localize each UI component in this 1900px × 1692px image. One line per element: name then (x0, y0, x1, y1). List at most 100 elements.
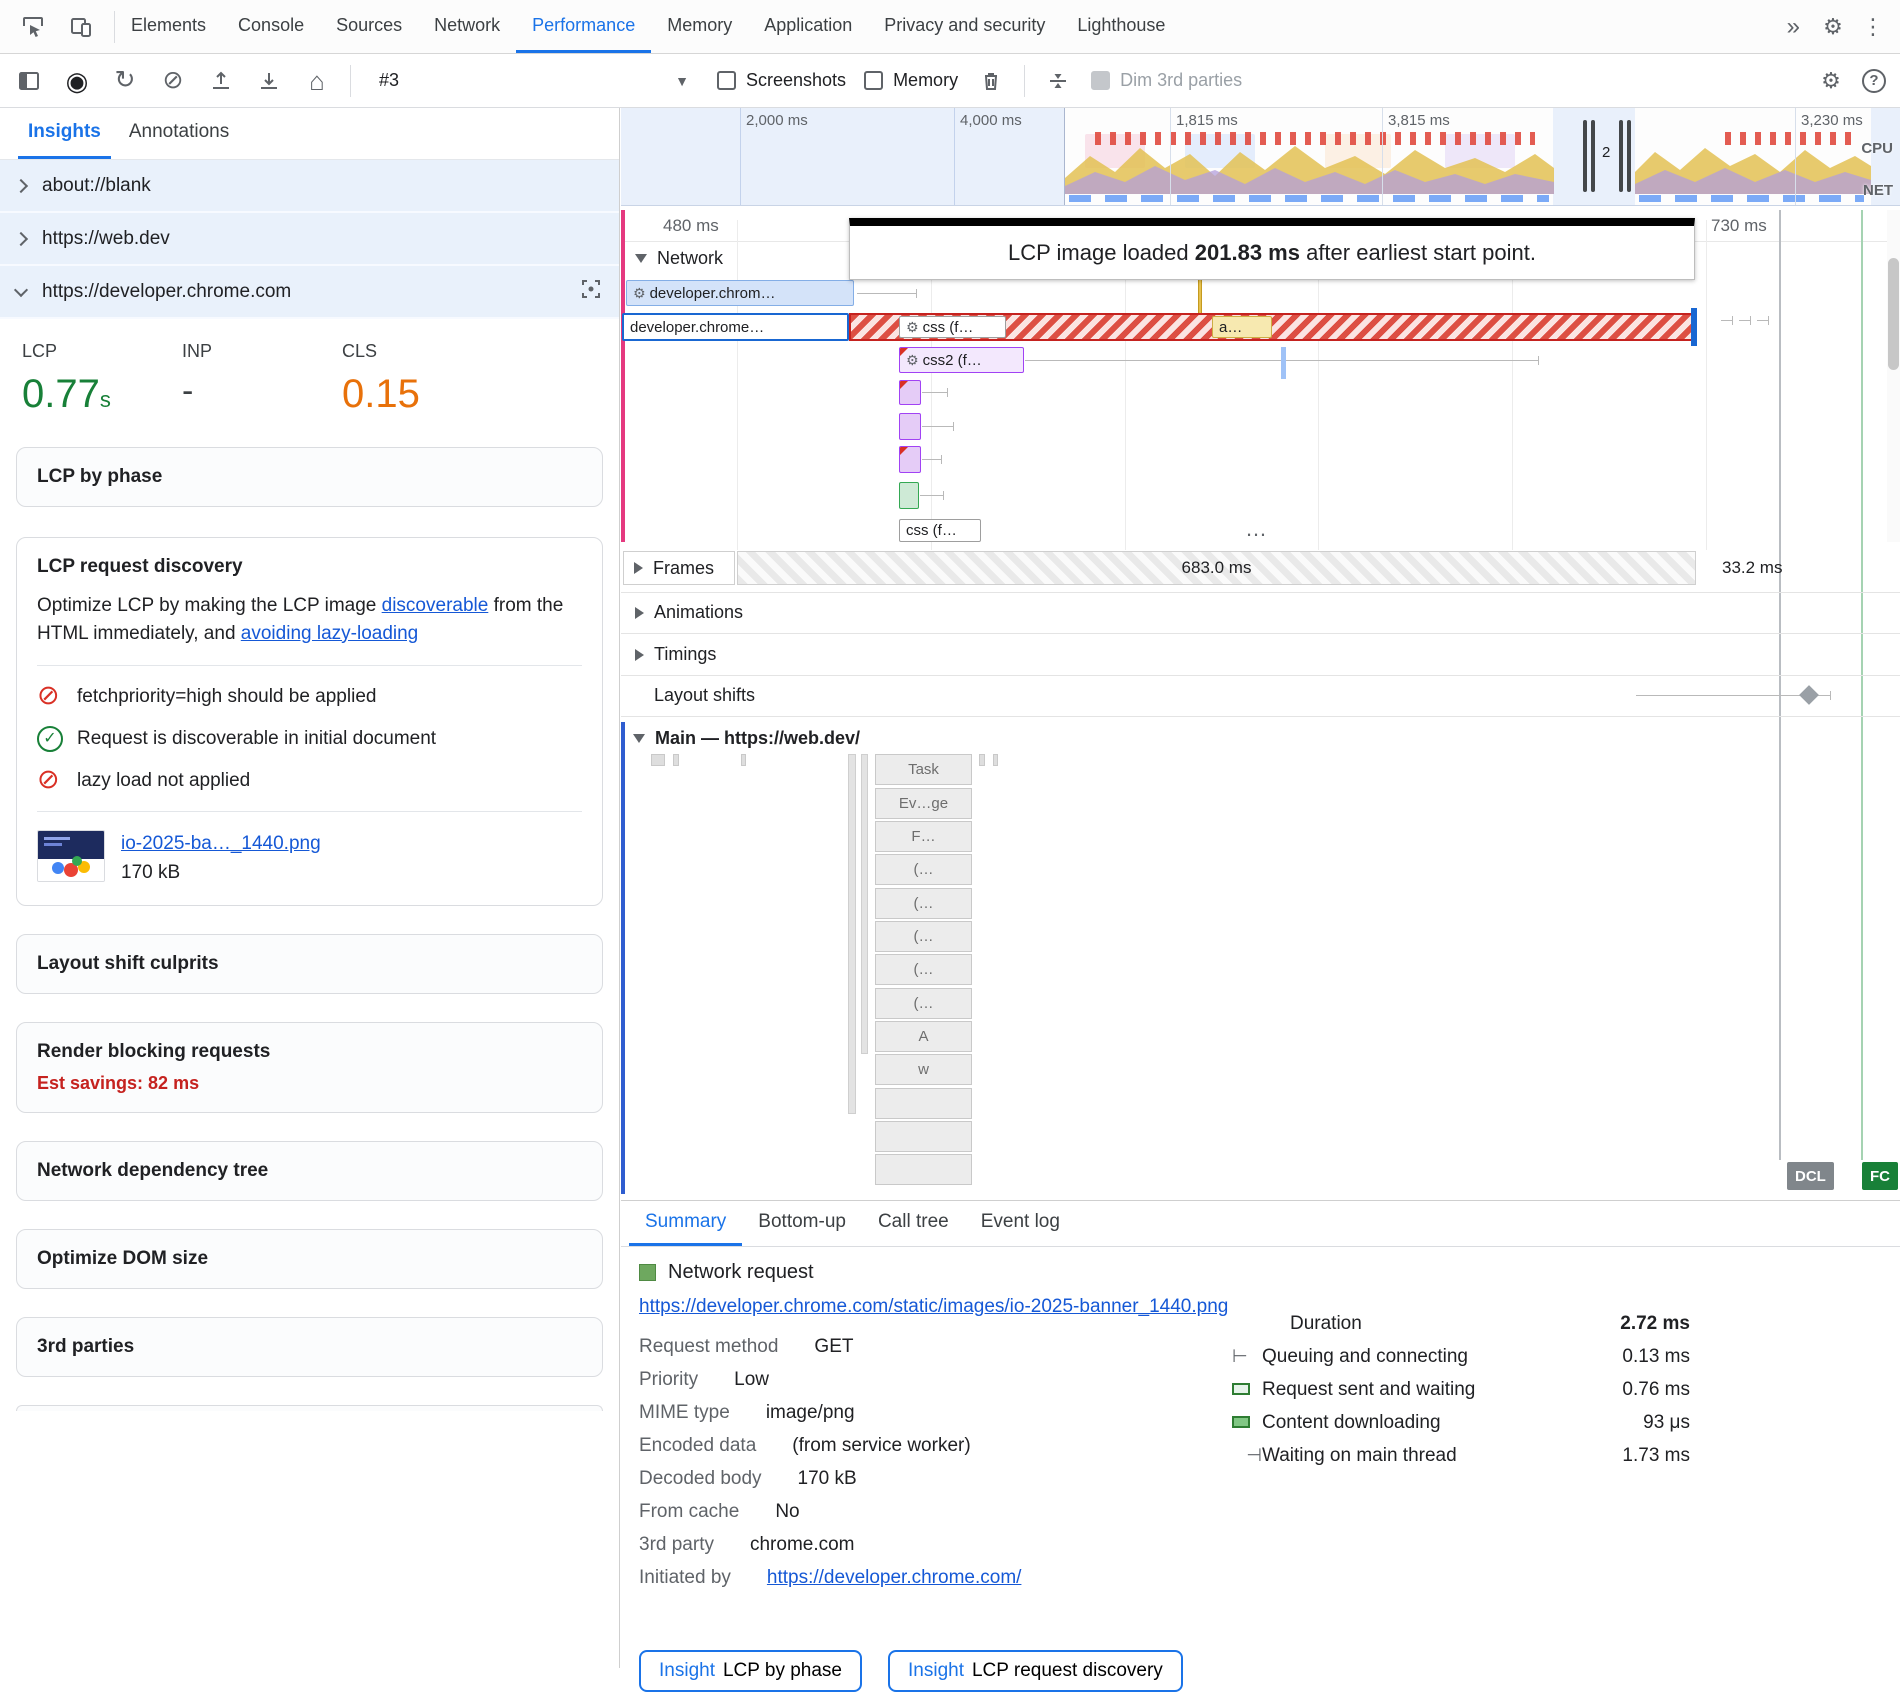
task-cell[interactable]: (… (875, 988, 972, 1019)
tab-summary[interactable]: Summary (629, 1201, 742, 1246)
sidebar-tab-annotations[interactable]: Annotations (119, 108, 239, 159)
home-icon[interactable]: ⌂ (302, 66, 332, 96)
overflow-ellipsis[interactable]: … (1245, 516, 1269, 542)
inspect-origin-icon[interactable] (579, 277, 603, 307)
tab-bottom-up[interactable]: Bottom-up (742, 1201, 862, 1246)
sidebar-tab-insights[interactable]: Insights (18, 108, 111, 159)
narrow-task-bar[interactable] (861, 754, 868, 1054)
task-cell[interactable] (875, 1121, 972, 1152)
timeline-minimap[interactable]: 2,000 ms 4,000 ms 1,815 ms 3,815 ms 2 ms (621, 108, 1900, 206)
tab-lighthouse[interactable]: Lighthouse (1061, 0, 1181, 53)
task-cell[interactable]: (… (875, 954, 972, 985)
small-request-4[interactable] (899, 482, 919, 509)
tab-memory[interactable]: Memory (651, 0, 748, 53)
dim-3rd-parties-checkbox[interactable] (1091, 71, 1110, 90)
more-menu-icon[interactable]: ⋮ (1858, 12, 1888, 42)
lcp-image-link[interactable]: io-2025-ba…_1440.png (121, 833, 321, 854)
tab-console[interactable]: Console (222, 0, 320, 53)
minimap-window[interactable]: 1,815 ms 3,815 ms (1064, 108, 1553, 206)
tiny-task[interactable] (979, 754, 985, 766)
network-track-header[interactable]: Network (635, 248, 723, 269)
tab-privacy-security[interactable]: Privacy and security (868, 0, 1061, 53)
toggle-sidebar-icon[interactable] (14, 66, 44, 96)
minimap-right-region[interactable]: 3,230 ms (1635, 108, 1871, 206)
task-cell[interactable]: A (875, 1021, 972, 1052)
task-cell[interactable]: F… (875, 821, 972, 852)
card-network-dependency-tree[interactable]: Network dependency tree (16, 1141, 603, 1201)
tab-sources[interactable]: Sources (320, 0, 418, 53)
narrow-task-bar[interactable] (848, 754, 856, 1114)
device-toolbar-icon[interactable] (66, 12, 96, 42)
metric-inp[interactable]: INP - (182, 341, 342, 417)
tab-elements[interactable]: Elements (115, 0, 222, 53)
timings-track-header[interactable]: Timings (635, 644, 716, 665)
capture-settings-gear-icon[interactable]: ⚙ (1816, 66, 1846, 96)
garbage-collect-icon[interactable] (976, 66, 1006, 96)
task-cell[interactable]: (… (875, 921, 972, 952)
card-optimize-dom-size[interactable]: Optimize DOM size (16, 1229, 603, 1289)
upload-profile-icon[interactable] (206, 66, 236, 96)
insight-lcp-by-phase-button[interactable]: Insight LCP by phase (639, 1650, 862, 1692)
screenshots-checkbox[interactable] (717, 71, 736, 90)
card-partial[interactable] (16, 1405, 603, 1411)
clear-icon[interactable]: ⊘ (158, 66, 188, 96)
animations-track-header[interactable]: Animations (635, 602, 743, 623)
tab-call-tree[interactable]: Call tree (862, 1201, 965, 1246)
download-profile-icon[interactable] (254, 66, 284, 96)
tab-event-log[interactable]: Event log (965, 1201, 1076, 1246)
frames-bar[interactable]: 683.0 ms (737, 551, 1696, 585)
more-tabs-chevron-icon[interactable]: » (1779, 13, 1808, 41)
network-request-bar[interactable]: ⚙ developer.chrom… (626, 280, 854, 306)
record-icon[interactable]: ◉ (62, 66, 92, 96)
memory-checkbox-row[interactable]: Memory (864, 70, 958, 91)
task-cell[interactable] (875, 1154, 972, 1185)
nav-item-about-blank[interactable]: about://blank (0, 160, 619, 213)
tiny-task[interactable] (993, 754, 998, 766)
tiny-task[interactable] (741, 754, 746, 766)
help-icon[interactable]: ? (1862, 69, 1886, 93)
task-cell[interactable]: (… (875, 854, 972, 885)
inspect-icon[interactable] (18, 12, 48, 42)
tab-application[interactable]: Application (748, 0, 868, 53)
task-cell[interactable]: Ev…ge (875, 788, 972, 819)
layout-shifts-track-header[interactable]: Layout shifts (654, 685, 755, 706)
css-request-bar[interactable]: ⚙ css (f… (899, 316, 1006, 338)
request-url-link[interactable]: https://developer.chrome.com/static/imag… (639, 1296, 1228, 1318)
nav-item-web-dev[interactable]: https://web.dev (0, 213, 619, 266)
card-lcp-by-phase[interactable]: LCP by phase (16, 447, 603, 507)
font-request-bar[interactable]: a… (1212, 316, 1272, 338)
frames-track-header[interactable]: Frames (623, 551, 735, 585)
memory-checkbox[interactable] (864, 71, 883, 90)
minimap-right-handle[interactable] (1619, 120, 1631, 192)
screenshots-checkbox-row[interactable]: Screenshots (717, 70, 846, 91)
card-lcp-request-discovery[interactable]: LCP request discovery Optimize LCP by ma… (16, 537, 603, 906)
css2-request-bar[interactable]: ⚙ css2 (f… (899, 347, 1024, 373)
task-cell[interactable]: Task (875, 754, 972, 785)
card-layout-shift-culprits[interactable]: Layout shift culprits (16, 934, 603, 994)
card-render-blocking[interactable]: Render blocking requests Est savings: 82… (16, 1022, 603, 1113)
metric-cls[interactable]: CLS 0.15 (342, 341, 502, 417)
settings-gear-icon[interactable]: ⚙ (1818, 12, 1848, 42)
card-3rd-parties[interactable]: 3rd parties (16, 1317, 603, 1377)
clipped-css-request[interactable]: css (f… (899, 519, 981, 542)
task-cell[interactable]: (… (875, 888, 972, 919)
tiny-task[interactable] (651, 754, 665, 766)
initiator-link[interactable]: https://developer.chrome.com/ (767, 1567, 1022, 1589)
scrollbar-thumb[interactable] (1888, 258, 1899, 370)
discoverable-link[interactable]: discoverable (382, 595, 489, 616)
task-cell[interactable]: w (875, 1054, 972, 1085)
tiny-task[interactable] (673, 754, 679, 766)
main-track-header[interactable]: Main — https://web.dev/ (633, 728, 860, 749)
dim-3rd-parties-row[interactable]: Dim 3rd parties (1091, 70, 1242, 91)
small-request-2[interactable] (899, 413, 921, 440)
nav-item-developer-chrome[interactable]: https://developer.chrome.com (0, 266, 619, 319)
history-select[interactable]: #3 ▼ (369, 66, 699, 95)
small-request-3[interactable] (899, 446, 921, 473)
avoiding-lazy-loading-link[interactable]: avoiding lazy-loading (241, 623, 418, 644)
small-request-1[interactable] (899, 380, 921, 405)
task-cell[interactable] (875, 1088, 972, 1119)
network-request-bar-selected[interactable]: developer.chrome… (622, 313, 849, 341)
reload-record-icon[interactable]: ↻ (110, 66, 140, 96)
tab-performance[interactable]: Performance (516, 0, 651, 53)
metric-lcp[interactable]: LCP 0.77s (22, 341, 182, 417)
